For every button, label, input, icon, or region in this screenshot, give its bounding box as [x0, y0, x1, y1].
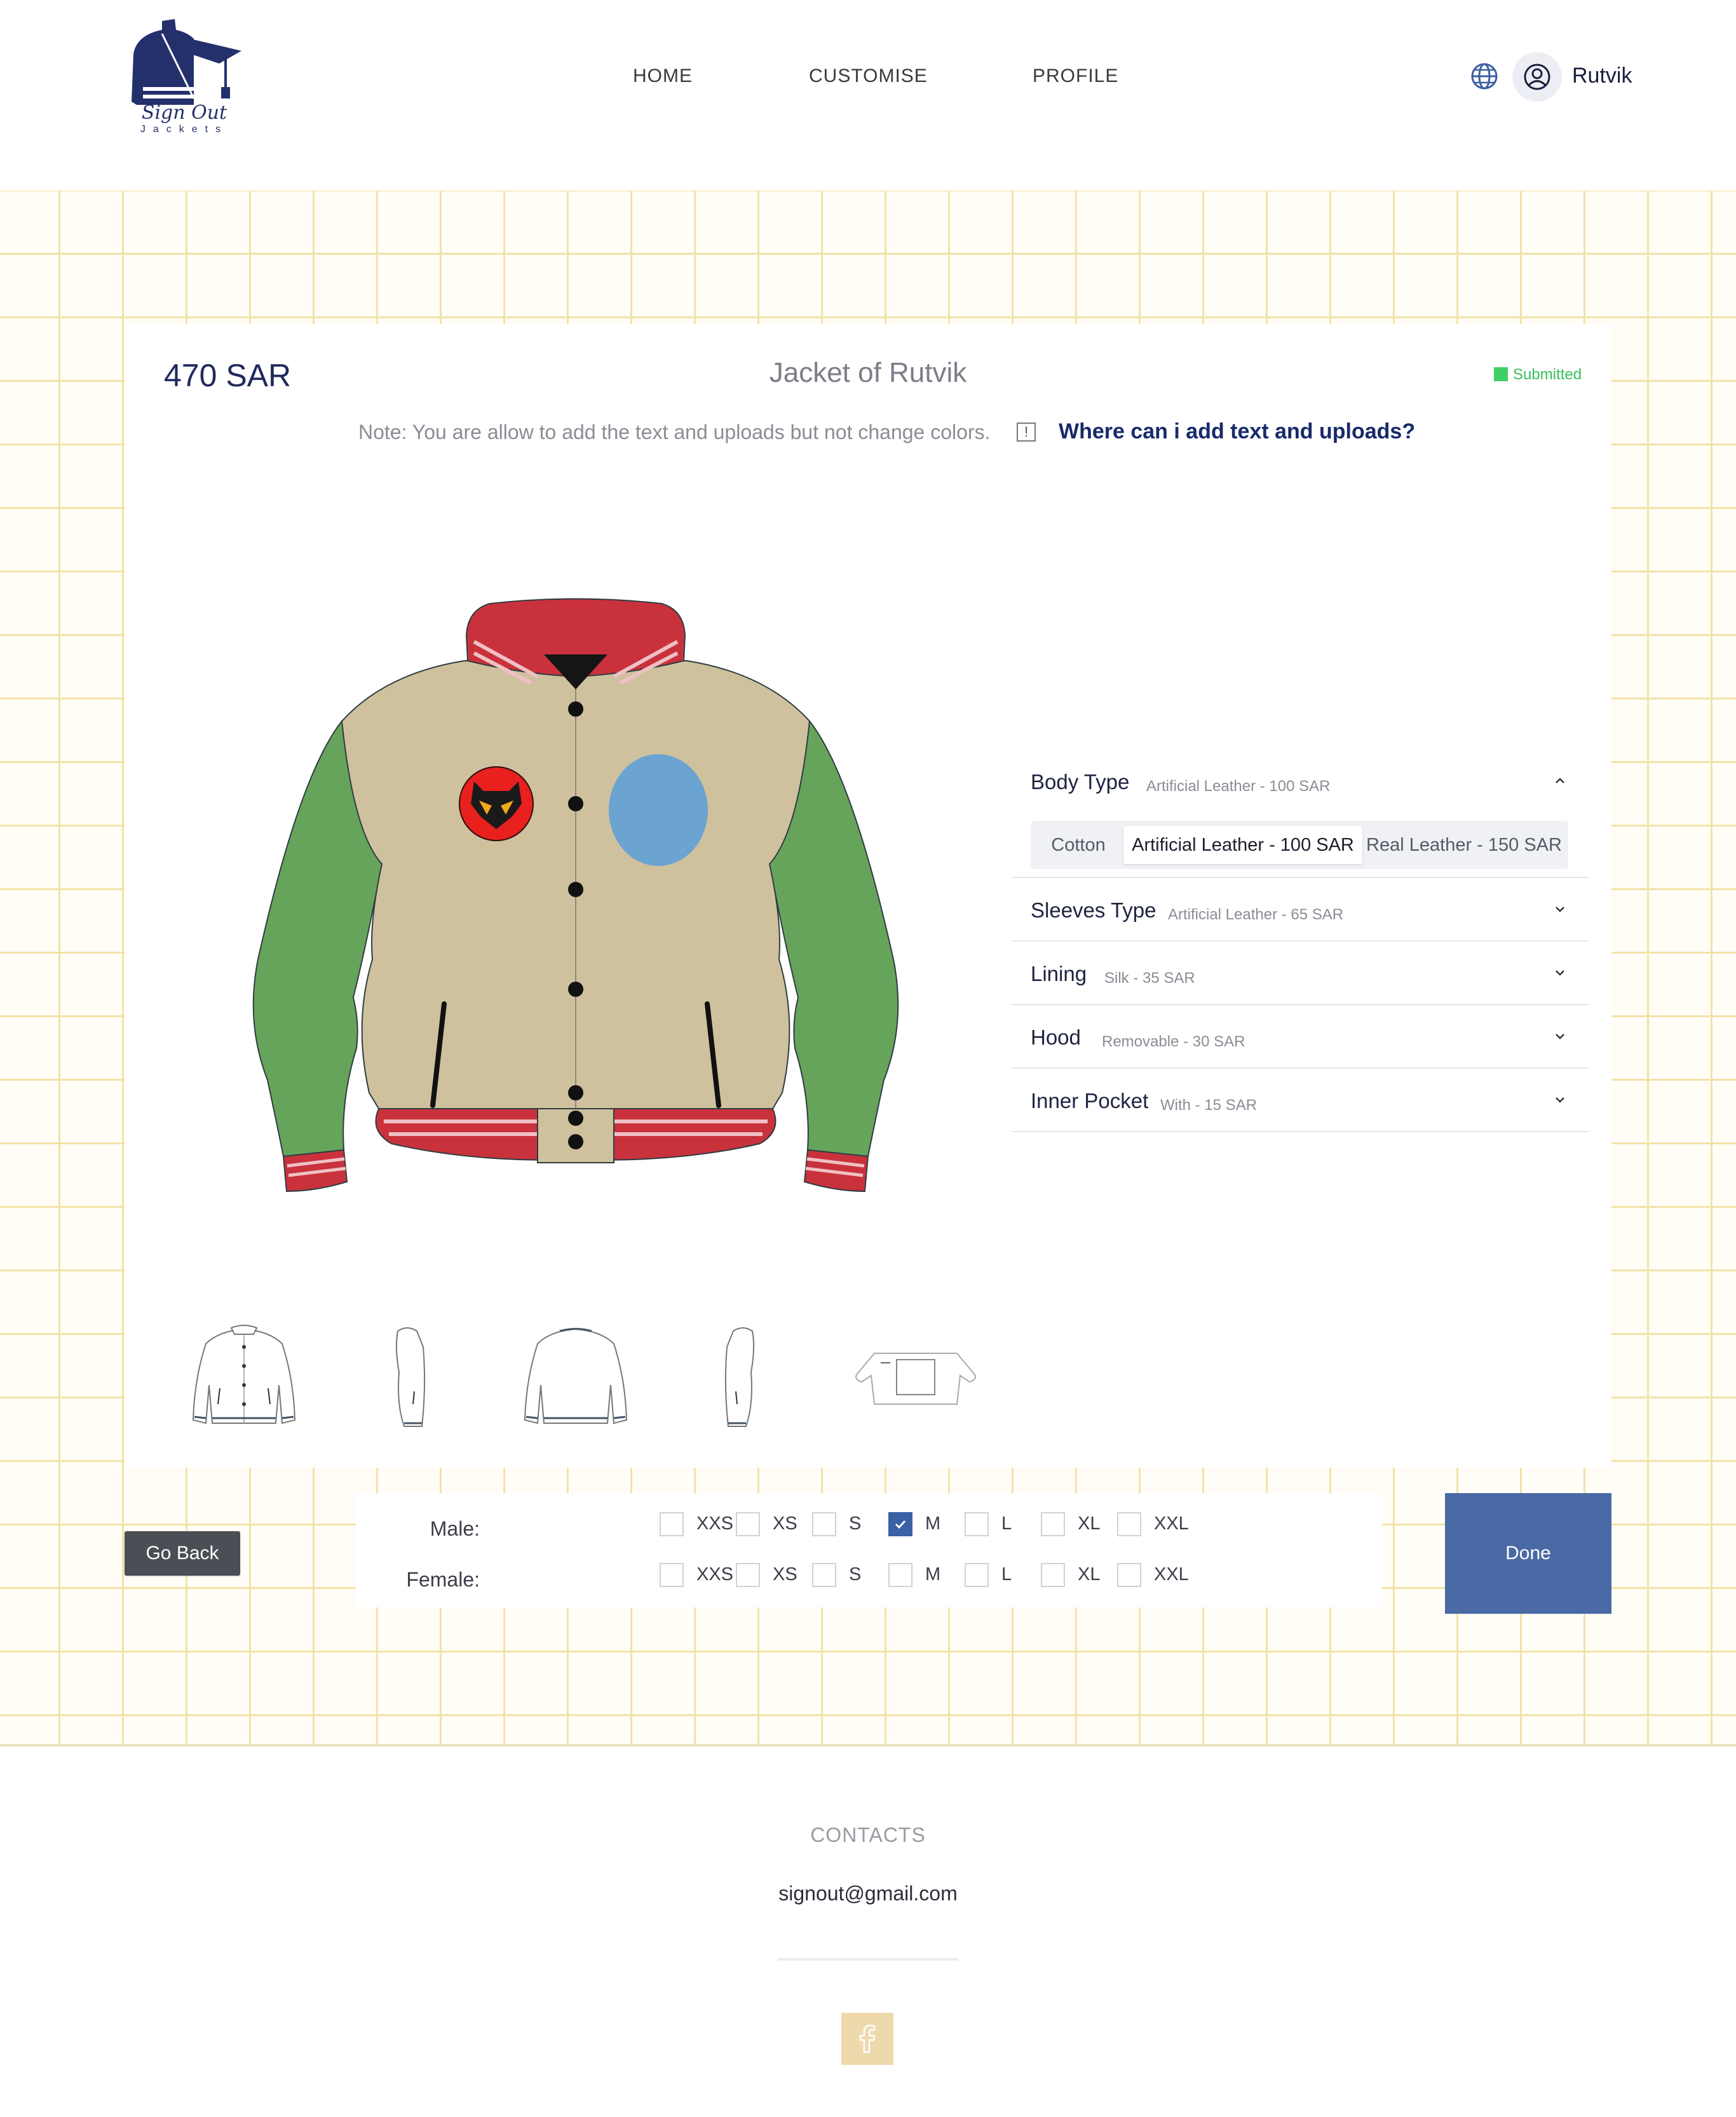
option-body-type: Body Type Artificial Leather - 100 SAR C…: [1012, 750, 1589, 878]
male-size-label-m: M: [925, 1513, 941, 1534]
contact-email[interactable]: signout@gmail.com: [0, 1882, 1736, 1905]
thumbnail-front-view[interactable]: [180, 1309, 308, 1436]
user-icon: [1524, 64, 1550, 90]
option-hood[interactable]: Hood Removable - 30 SAR: [1012, 1005, 1589, 1069]
female-size-label-l: L: [1001, 1564, 1012, 1585]
options-panel: Body Type Artificial Leather - 100 SAR C…: [1012, 750, 1589, 1132]
globe-icon[interactable]: [1470, 62, 1499, 91]
female-size-label-xl: XL: [1078, 1564, 1101, 1585]
female-size-label-s: S: [849, 1564, 862, 1585]
female-size-label-xxl: XXL: [1154, 1564, 1189, 1585]
help-link[interactable]: Where can i add text and uploads?: [1059, 419, 1415, 444]
note-text: Note: You are allow to add the text and …: [358, 421, 991, 443]
female-size-checkbox-xs[interactable]: [736, 1563, 760, 1587]
chevron-down-icon[interactable]: [1553, 966, 1567, 980]
option-value: Artificial Leather - 65 SAR: [1168, 906, 1344, 923]
facebook-button[interactable]: [841, 2013, 893, 2065]
nav-home[interactable]: HOME: [633, 65, 693, 87]
female-size-label: Female:: [406, 1568, 480, 1591]
option-lining[interactable]: Lining Silk - 35 SAR: [1012, 942, 1589, 1005]
female-size-label-xs: XS: [773, 1564, 797, 1585]
male-size-checkbox-m[interactable]: [888, 1512, 912, 1536]
status-text: Submitted: [1513, 366, 1582, 383]
option-name[interactable]: Sleeves Type: [1031, 898, 1156, 923]
footer-divider: [778, 1958, 958, 1961]
male-size-label: Male:: [430, 1517, 480, 1540]
user-name[interactable]: Rutvik: [1572, 64, 1632, 88]
chevron-down-icon[interactable]: [1553, 902, 1567, 916]
female-size-checkbox-s[interactable]: [812, 1563, 836, 1587]
female-size-checkbox-l[interactable]: [965, 1563, 989, 1587]
male-size-checkbox-xxs[interactable]: [660, 1512, 684, 1536]
checkmark-icon: [895, 1520, 906, 1529]
male-size-label-xs: XS: [773, 1513, 797, 1534]
thumbnail-inside-view[interactable]: [843, 1309, 989, 1436]
info-icon[interactable]: !: [1017, 423, 1036, 442]
option-value: With - 15 SAR: [1160, 1097, 1258, 1114]
male-size-label-xxl: XXL: [1154, 1513, 1189, 1534]
male-size-label-xl: XL: [1078, 1513, 1101, 1534]
status-dot-icon: [1494, 367, 1508, 381]
size-selector: Male: Female: XXS XS S M L XL XXL XXS XS S M L XL XXL: [356, 1493, 1382, 1607]
male-size-checkbox-s[interactable]: [812, 1512, 836, 1536]
option-value: Silk - 35 SAR: [1104, 970, 1195, 987]
option-name[interactable]: Body Type: [1031, 770, 1129, 794]
chevron-up-icon[interactable]: [1553, 774, 1567, 788]
thumbnail-left-side-view[interactable]: [347, 1309, 474, 1436]
option-value: Removable - 30 SAR: [1102, 1033, 1245, 1050]
nav-profile[interactable]: PROFILE: [1033, 65, 1118, 87]
go-back-button[interactable]: Go Back: [125, 1531, 240, 1576]
thumbnail-back-view[interactable]: [512, 1309, 639, 1436]
done-button[interactable]: Done: [1445, 1493, 1611, 1614]
male-size-label-l: L: [1001, 1513, 1012, 1534]
header: Sign Out Jackets HOME CUSTOMISE PROFILE …: [0, 0, 1736, 191]
male-size-checkbox-l[interactable]: [965, 1512, 989, 1536]
option-sleeves-type[interactable]: Sleeves Type Artificial Leather - 65 SAR: [1012, 878, 1589, 942]
option-value: Artificial Leather - 100 SAR: [1146, 778, 1331, 795]
male-size-checkbox-xs[interactable]: [736, 1512, 760, 1536]
female-size-label-m: M: [925, 1564, 941, 1585]
female-size-label-xxs: XXS: [696, 1564, 734, 1585]
thumbnail-right-side-view[interactable]: [676, 1309, 803, 1436]
user-avatar[interactable]: [1512, 52, 1562, 102]
chevron-down-icon[interactable]: [1553, 1029, 1567, 1043]
status-badge: Submitted: [1494, 366, 1582, 384]
female-size-checkbox-xxs[interactable]: [660, 1563, 684, 1587]
facebook-icon: [859, 2024, 876, 2053]
male-size-label-xxs: XXS: [696, 1513, 734, 1534]
jacket-logo-icon: [132, 19, 241, 105]
female-size-checkbox-xl[interactable]: [1041, 1563, 1065, 1587]
female-size-checkbox-xxl[interactable]: [1117, 1563, 1141, 1587]
brand-name: Sign Out: [141, 102, 227, 124]
jacket-title: Jacket of Rutvik: [769, 357, 967, 388]
option-name[interactable]: Hood: [1031, 1025, 1081, 1050]
chevron-down-icon[interactable]: [1553, 1093, 1567, 1107]
female-size-checkbox-m[interactable]: [888, 1563, 912, 1587]
nav-customise[interactable]: CUSTOMISE: [809, 65, 928, 87]
body-type-selector: Cotton Artificial Leather - 100 SAR Real…: [1031, 821, 1568, 869]
option-name[interactable]: Inner Pocket: [1031, 1089, 1148, 1113]
male-size-checkbox-xxl[interactable]: [1117, 1512, 1141, 1536]
customizer-panel: 470 SAR Jacket of Rutvik Submitted Note:…: [125, 324, 1611, 1468]
body-type-option-artificial-leather[interactable]: Artificial Leather - 100 SAR: [1123, 826, 1362, 864]
brand-logo[interactable]: Sign Out Jackets: [124, 16, 245, 143]
contacts-heading: CONTACTS: [810, 1823, 926, 1846]
brand-subtitle: Jackets: [140, 124, 229, 135]
body-type-option-real-leather[interactable]: Real Leather - 150 SAR: [1364, 826, 1564, 864]
jacket-preview[interactable]: [239, 565, 912, 1226]
male-size-checkbox-xl[interactable]: [1041, 1512, 1065, 1536]
option-inner-pocket[interactable]: Inner Pocket With - 15 SAR: [1012, 1069, 1589, 1132]
male-size-label-s: S: [849, 1513, 862, 1534]
option-name[interactable]: Lining: [1031, 962, 1087, 986]
body-type-option-cotton[interactable]: Cotton: [1034, 826, 1122, 864]
